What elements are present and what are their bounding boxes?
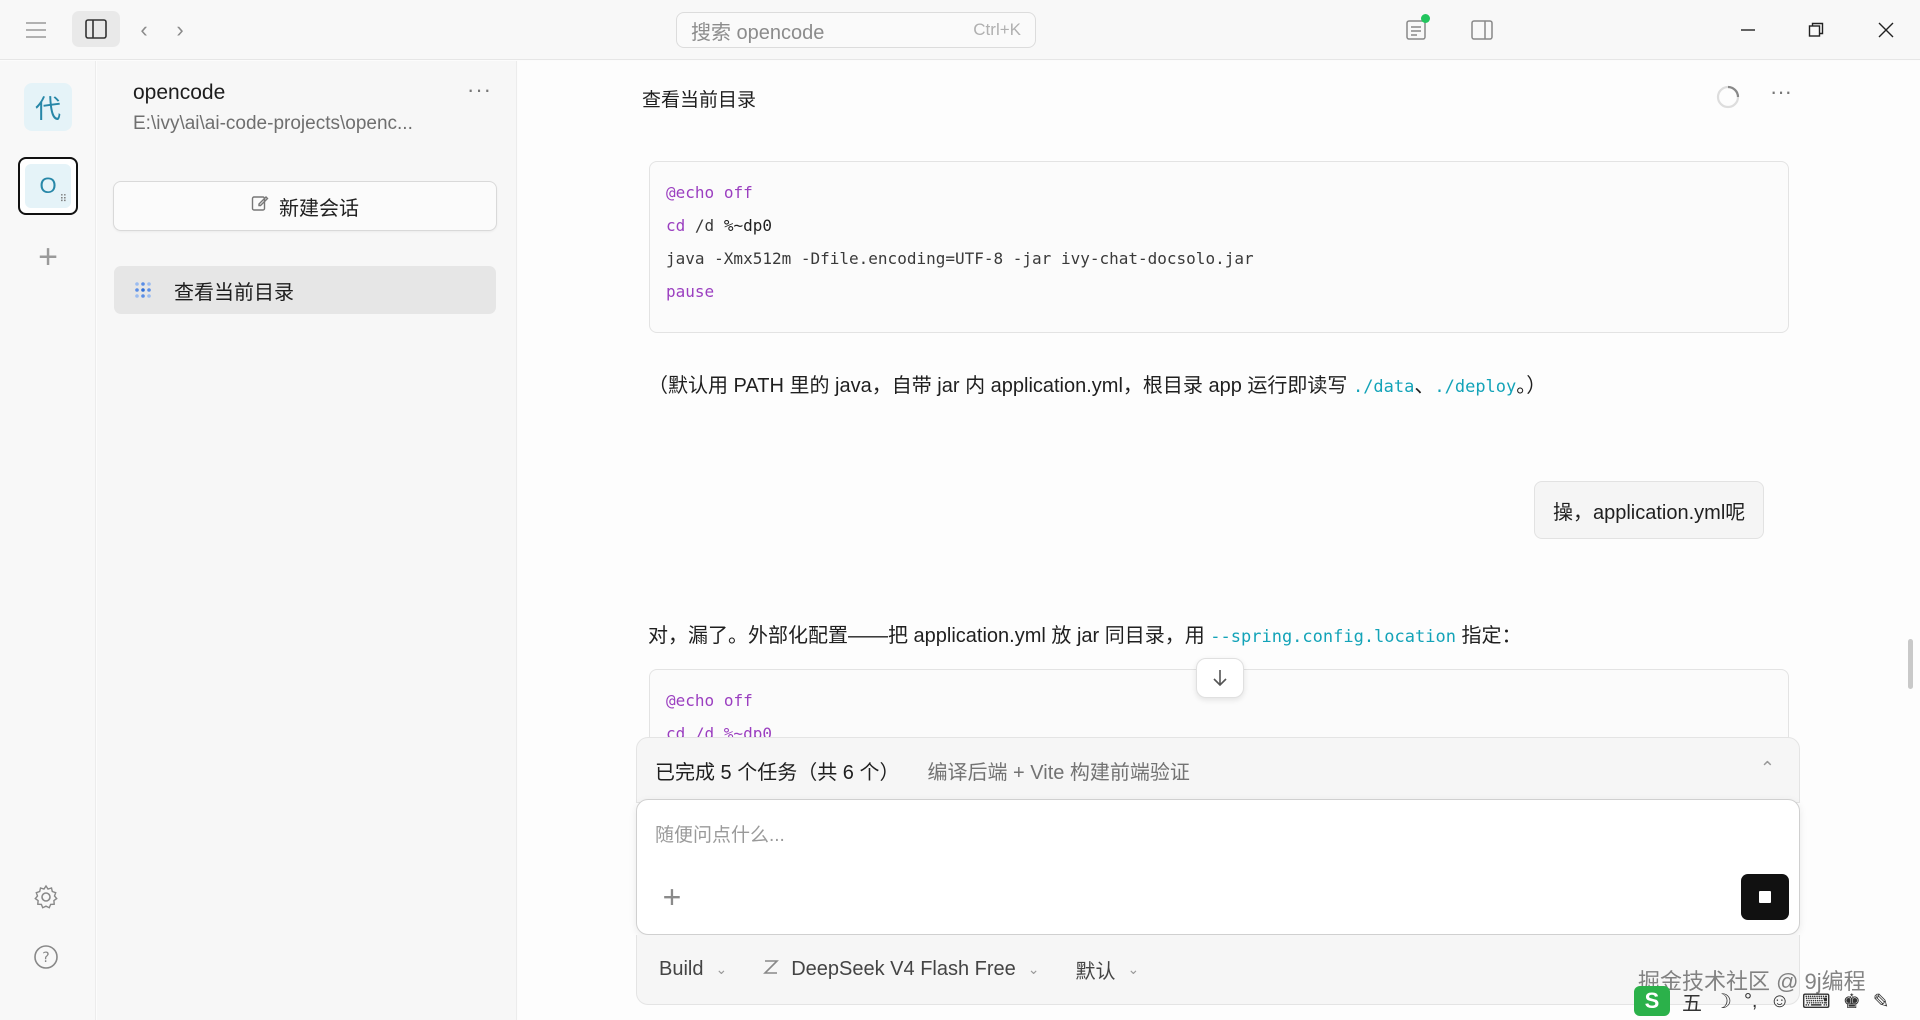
- message-text: 指定：: [1455, 625, 1522, 647]
- back-icon[interactable]: ‹: [132, 14, 156, 46]
- project-path: E:\ivy\ai\ai-code-projects\openc...: [133, 113, 413, 134]
- variant-label: 默认: [1075, 961, 1116, 983]
- message-composer[interactable]: 随便问点什么... +: [636, 799, 1800, 935]
- svg-text:?: ?: [42, 950, 49, 966]
- thread-title: 查看当前目录: [642, 90, 757, 111]
- menu-icon[interactable]: [20, 14, 52, 46]
- session-item-label: 查看当前目录: [174, 281, 294, 304]
- agent-select[interactable]: Build ⌄: [659, 958, 727, 981]
- composer-placeholder: 随便问点什么...: [655, 825, 785, 846]
- model-select[interactable]: DeepSeek V4 Flash Free ⌄: [763, 958, 1040, 982]
- chevron-up-icon[interactable]: ⌃: [1760, 758, 1775, 779]
- code-token: off: [723, 691, 753, 710]
- code-token: @echo: [666, 691, 715, 710]
- variant-select[interactable]: 默认 ⌄: [1076, 955, 1140, 984]
- tools-icon[interactable]: ✎: [1873, 989, 1890, 1014]
- project-avatar-inner: O ⠿: [25, 164, 71, 208]
- close-icon[interactable]: [1870, 14, 1902, 46]
- new-session-button[interactable]: 新建会话: [113, 181, 497, 231]
- emoji-icon[interactable]: ☺: [1770, 990, 1790, 1013]
- message-text: 、: [1414, 375, 1435, 397]
- scrollbar-thumb[interactable]: [1908, 639, 1913, 689]
- keyboard-icon[interactable]: ⌨: [1802, 989, 1831, 1014]
- model-provider-icon: [763, 958, 780, 982]
- edit-icon: [251, 194, 269, 218]
- thread-more-icon[interactable]: ···: [1770, 79, 1802, 107]
- stop-icon: [1759, 891, 1771, 903]
- toggle-sidebar-button[interactable]: [72, 11, 120, 47]
- composer-options: Build ⌄ DeepSeek V4 Flash Free ⌄ 默认 ⌄: [636, 935, 1800, 1005]
- ime-toolbar: S 五 ☽ °, ☺ ⌨ ♚ ✎: [1634, 985, 1920, 1017]
- add-project-button[interactable]: +: [32, 238, 64, 276]
- search-placeholder: 搜索 opencode: [691, 21, 825, 44]
- review-status-dot: [1421, 14, 1430, 23]
- code-line: cd /d %~dp0: [666, 209, 1772, 242]
- arrow-down-icon: [1213, 670, 1227, 687]
- project-avatar-dai[interactable]: 代: [24, 83, 72, 131]
- project-more-icon[interactable]: ···: [467, 77, 499, 105]
- new-session-label: 新建会话: [279, 197, 359, 220]
- assistant-message: （默认用 PATH 里的 java，自带 jar 内 application.y…: [648, 369, 1546, 398]
- ime-mode[interactable]: 五: [1682, 987, 1702, 1016]
- inline-code: ./data: [1352, 377, 1415, 397]
- task-status: 已完成 5 个任务（共 6 个）: [655, 761, 900, 784]
- model-label: DeepSeek V4 Flash Free: [791, 958, 1016, 980]
- code-token: off: [723, 183, 753, 202]
- chevron-down-icon: ⌄: [715, 961, 728, 977]
- search-input[interactable]: 搜索 opencode Ctrl+K: [676, 12, 1036, 48]
- forward-icon[interactable]: ›: [168, 14, 192, 46]
- help-icon[interactable]: ?: [32, 943, 64, 975]
- session-item-active[interactable]: 查看当前目录: [114, 266, 496, 314]
- agent-label: Build: [659, 958, 704, 980]
- search-shortcut: Ctrl+K: [973, 20, 1021, 39]
- session-sidebar: opencode E:\ivy\ai\ai-code-projects\open…: [97, 61, 517, 1020]
- code-block: @echo off cd /d %~dp0 java -Xmx512m -Dfi…: [649, 161, 1789, 333]
- moon-icon[interactable]: ☽: [1714, 989, 1732, 1014]
- user-message-bubble: 操，application.yml呢: [1534, 481, 1765, 539]
- user-message-text: 操，application.yml呢: [1553, 501, 1746, 524]
- project-initial: 代: [34, 93, 61, 124]
- stop-button[interactable]: [1741, 874, 1789, 920]
- project-rail: 代 O ⠿ + ?: [0, 61, 96, 1020]
- minimize-icon[interactable]: [1732, 14, 1764, 46]
- assistant-message: 对，漏了。外部化配置——把 application.yml 放 jar 同目录，…: [648, 619, 1522, 648]
- project-name: opencode: [133, 81, 226, 104]
- ime-logo[interactable]: S: [1634, 986, 1670, 1016]
- project-avatar-opencode[interactable]: O ⠿: [18, 157, 78, 215]
- code-token: %~dp0: [723, 216, 772, 235]
- toggle-right-panel-icon[interactable]: [1466, 14, 1498, 46]
- task-current: 编译后端 + Vite 构建前端验证: [927, 761, 1190, 784]
- chevron-down-icon: ⌄: [1127, 961, 1140, 977]
- inline-code: --spring.config.location: [1210, 627, 1456, 647]
- scroll-to-bottom-button[interactable]: [1196, 658, 1244, 698]
- inline-code: ./deploy: [1434, 377, 1517, 397]
- punctuation-icon[interactable]: °,: [1744, 990, 1758, 1013]
- message-text: 。）: [1516, 375, 1547, 397]
- skin-icon[interactable]: ♚: [1843, 989, 1861, 1014]
- task-progress-bar[interactable]: 已完成 5 个任务（共 6 个） 编译后端 + Vite 构建前端验证 ⌃: [636, 737, 1800, 803]
- code-token: /d: [694, 216, 715, 235]
- loading-spinner-icon: [1714, 83, 1742, 111]
- restore-icon[interactable]: [1800, 14, 1832, 46]
- code-line: java -Xmx512m -Dfile.encoding=UTF-8 -jar…: [666, 249, 1254, 268]
- code-token: cd: [666, 216, 686, 235]
- review-panel-icon[interactable]: [1400, 14, 1432, 46]
- code-line: @echo off: [666, 176, 1772, 209]
- session-busy-icon: [132, 279, 154, 301]
- title-bar: ‹ › 搜索 opencode Ctrl+K: [0, 0, 1920, 60]
- main-thread: 查看当前目录 ··· @echo off cd /d %~dp0 java -X…: [518, 61, 1920, 1020]
- project-initial: O: [39, 173, 57, 198]
- message-text: （默认用 PATH 里的 java，自带 jar 内 application.y…: [648, 375, 1353, 397]
- code-token: @echo: [666, 183, 715, 202]
- chevron-down-icon: ⌄: [1027, 961, 1040, 977]
- message-text: 对，漏了。外部化配置——把 application.yml 放 jar 同目录，…: [648, 625, 1211, 647]
- code-line: pause: [666, 282, 715, 301]
- busy-grid-icon: ⠿: [59, 194, 67, 205]
- settings-icon[interactable]: [32, 883, 64, 915]
- attach-button[interactable]: +: [657, 879, 687, 915]
